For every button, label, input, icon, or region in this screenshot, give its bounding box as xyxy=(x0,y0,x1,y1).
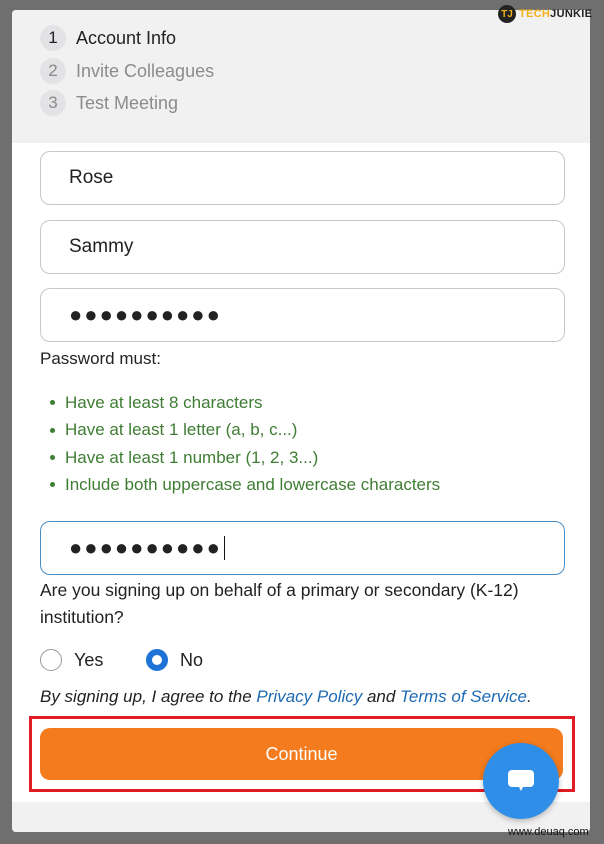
terms-prefix: By signing up, I agree to the xyxy=(40,687,257,706)
radio-unchecked-icon[interactable] xyxy=(40,649,62,671)
password-rule-text: Have at least 1 number (1, 2, 3...) xyxy=(65,447,319,467)
step-label: Invite Colleagues xyxy=(76,60,215,81)
last-name-field[interactable]: Sammy xyxy=(40,220,565,274)
confirm-password-field[interactable]: ●●●●●●●●●● xyxy=(40,521,565,575)
step-label: Account Info xyxy=(76,27,177,48)
password-mask: ●●●●●●●●●● xyxy=(69,302,222,327)
logo-tech: TECH xyxy=(519,8,551,20)
logo-text: TECHJUNKIE xyxy=(519,8,592,20)
terms-suffix: . xyxy=(526,687,532,706)
logo-badge: TJ xyxy=(498,5,516,23)
text-caret xyxy=(223,536,226,560)
password-rules-title: Password must: xyxy=(40,349,161,368)
password-rule-text: Have at least 8 characters xyxy=(65,393,263,412)
first-name-field[interactable]: Rose xyxy=(40,151,565,205)
terms-text: By signing up, I agree to the Privacy Po… xyxy=(40,687,532,707)
step-invite-colleagues: 2 Invite Colleagues xyxy=(40,56,214,86)
terms-and: and xyxy=(362,687,401,706)
radio-yes-label: Yes xyxy=(74,649,104,670)
password-rule: Have at least 1 letter (a, b, c...) xyxy=(50,416,440,443)
privacy-policy-link[interactable]: Privacy Policy xyxy=(256,687,362,706)
password-rule: Have at least 8 characters xyxy=(50,389,440,416)
chat-button[interactable] xyxy=(483,743,559,819)
radio-yes[interactable]: Yes xyxy=(40,649,103,671)
radio-no-label: No xyxy=(180,649,204,670)
chat-bubble-icon xyxy=(508,770,534,791)
password-rule: Include both uppercase and lowercase cha… xyxy=(50,471,440,498)
password-rule-text: Have at least 1 letter (a, b, c...) xyxy=(65,420,298,440)
radio-no[interactable]: No xyxy=(146,649,203,671)
signup-form: Rose Sammy ●●●●●●●●●● Password must: Hav… xyxy=(12,143,590,802)
step-account-info: 1 Account Info xyxy=(40,23,176,53)
step-number: 3 xyxy=(40,90,66,116)
step-label: Test Meeting xyxy=(76,92,179,113)
step-test-meeting: 3 Test Meeting xyxy=(40,88,178,118)
k12-question: Are you signing up on behalf of a primar… xyxy=(40,580,519,627)
confirm-password-mask: ●●●●●●●●●● xyxy=(69,535,222,560)
password-rule: Have at least 1 number (1, 2, 3...) xyxy=(50,444,440,471)
signup-screen: 1 Account Info 2 Invite Colleagues 3 Tes… xyxy=(12,10,590,832)
step-number: 1 xyxy=(40,25,66,51)
signup-steps: 1 Account Info 2 Invite Colleagues 3 Tes… xyxy=(12,10,590,143)
first-name-value: Rose xyxy=(69,167,114,188)
password-rule-text: Include both uppercase and lowercase cha… xyxy=(65,475,441,495)
continue-label: Continue xyxy=(265,743,338,764)
password-field[interactable]: ●●●●●●●●●● xyxy=(40,288,565,342)
terms-of-service-link[interactable]: Terms of Service xyxy=(400,687,527,706)
techjunkie-logo: TJ TECHJUNKIE xyxy=(498,4,592,24)
step-number: 2 xyxy=(40,58,66,84)
password-rules-list: Have at least 8 characters Have at least… xyxy=(50,389,440,499)
radio-checked-icon[interactable] xyxy=(146,649,168,671)
last-name-value: Sammy xyxy=(69,236,134,257)
logo-junkie: JUNKIE xyxy=(550,8,593,20)
watermark: www.deuaq.com xyxy=(508,826,589,838)
